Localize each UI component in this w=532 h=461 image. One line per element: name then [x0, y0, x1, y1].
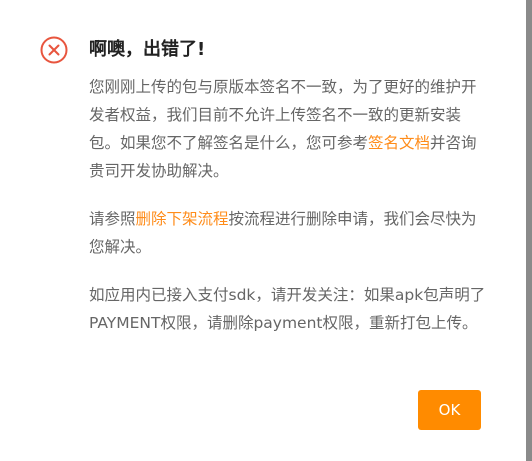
dialog-title: 啊噢，出错了!: [89, 39, 206, 60]
signature-mismatch-paragraph: 您刚刚上传的包与原版本签名不一致，为了更好的维护开发者权益，我们目前不允许上传签…: [89, 73, 491, 185]
ok-button[interactable]: OK: [418, 390, 481, 430]
error-dialog: 啊噢，出错了! 您刚刚上传的包与原版本签名不一致，为了更好的维护开发者权益，我们…: [0, 0, 526, 461]
delete-process-link[interactable]: 删除下架流程: [136, 210, 229, 228]
signature-docs-link[interactable]: 签名文档: [368, 134, 430, 152]
paragraph2-text: 请参照: [89, 210, 136, 228]
payment-sdk-paragraph: 如应用内已接入支付sdk，请开发关注：如果apk包声明了PAYMENT权限，请删…: [89, 286, 486, 332]
error-icon: [40, 36, 68, 64]
delete-process-paragraph: 请参照删除下架流程按流程进行删除申请，我们会尽快为您解决。: [89, 205, 491, 261]
dialog-content: 您刚刚上传的包与原版本签名不一致，为了更好的维护开发者权益，我们目前不允许上传签…: [89, 73, 491, 357]
